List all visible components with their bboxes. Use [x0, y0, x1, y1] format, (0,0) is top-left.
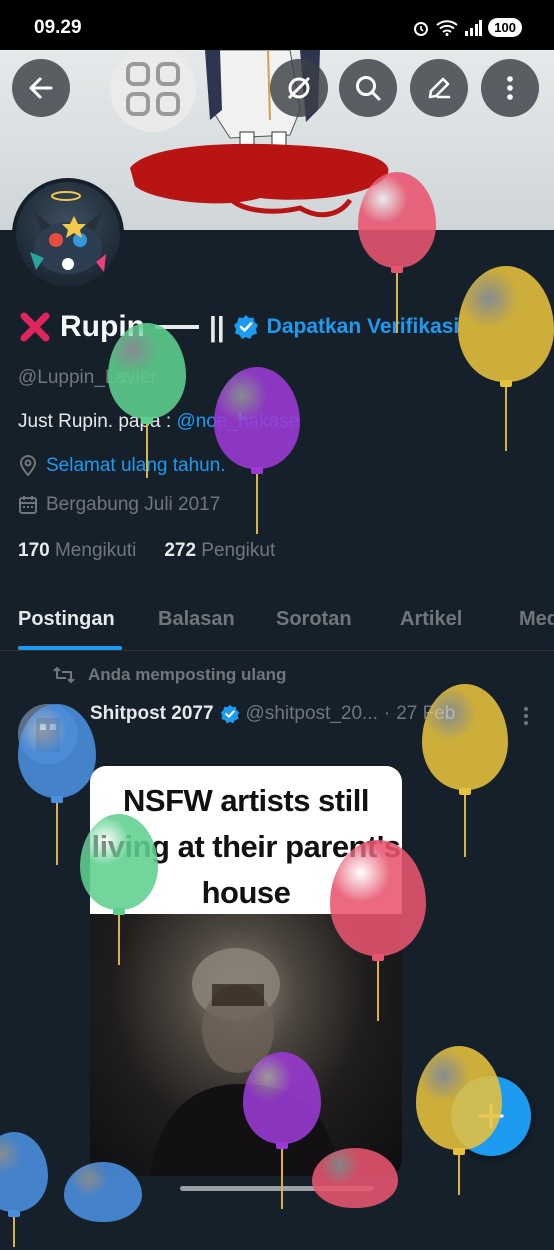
get-verified-link[interactable]: Dapatkan Verifikasi [267, 315, 460, 339]
verified-badge-icon [220, 704, 239, 724]
post-date: 27 Feb [396, 703, 456, 724]
active-tab-indicator [18, 646, 122, 650]
profile-bio: Just Rupin. papa : @noe_hakase [18, 411, 299, 433]
repost-context: Anda memposting ulang [52, 665, 286, 685]
more-vertical-icon [507, 76, 513, 100]
following-stat[interactable]: 170 Mengikuti [18, 540, 136, 562]
back-arrow-icon [29, 77, 53, 99]
balloon-decoration [458, 266, 554, 454]
bio-text: Just Rupin. papa : [18, 411, 177, 432]
profile-avatar[interactable] [12, 178, 124, 290]
profile-name-suffix: || [208, 311, 225, 342]
compose-button[interactable] [451, 1076, 531, 1156]
plus-icon [478, 1103, 504, 1129]
avatar-artwork [30, 191, 106, 274]
tab-replies[interactable]: Balasan [158, 608, 235, 631]
tab-highlights[interactable]: Sorotan [276, 608, 352, 631]
tab-articles[interactable]: Artikel [400, 608, 462, 631]
repost-icon [53, 667, 75, 683]
location-pin-icon [19, 455, 37, 477]
status-icons: 100 [412, 18, 522, 37]
post-avatar-artwork [18, 704, 78, 764]
grid-button[interactable] [110, 50, 196, 132]
following-count: 170 [18, 540, 50, 561]
signal-icon [465, 19, 483, 36]
alarm-icon [414, 21, 429, 36]
verified-badge-icon [233, 315, 258, 339]
following-label: Mengikuti [54, 540, 137, 561]
post-author-avatar[interactable] [18, 704, 78, 764]
joined-text: Bergabung Juli 2017 [46, 494, 221, 515]
cross-emoji-icon [20, 312, 50, 342]
tab-posts[interactable]: Postingan [18, 608, 115, 631]
followers-stat[interactable]: 272 Pengikut [164, 540, 275, 562]
post-author-name[interactable]: Shitpost 2077 [90, 703, 214, 725]
balloon-decoration [0, 1132, 48, 1250]
post-dot-separator: · [383, 703, 391, 724]
more-options-button[interactable] [481, 59, 539, 117]
location-text[interactable]: Selamat ulang tahun. [46, 455, 226, 477]
post-author-handle: @shitpost_20... [245, 703, 378, 724]
bio-mention-link[interactable]: @noe_hakase [176, 411, 299, 432]
media-video-frame [90, 914, 402, 1176]
edit-button[interactable] [410, 59, 468, 117]
more-vertical-icon [524, 707, 528, 725]
post-header: Shitpost 2077 @shitpost_20... · 27 Feb [90, 703, 455, 725]
profile-name: Rupin [60, 310, 145, 343]
media-caption-text: NSFW artists still living at their paren… [90, 766, 402, 914]
no-sync-icon [287, 76, 311, 100]
search-icon [356, 76, 381, 101]
profile-location: Selamat ulang tahun. [18, 455, 226, 477]
status-time: 09.29 [34, 17, 82, 38]
wifi-icon [436, 19, 458, 36]
search-button[interactable] [339, 59, 397, 117]
name-dash [154, 325, 199, 329]
profile-tabs: Postingan Balasan Sorotan Artikel Media [0, 588, 554, 651]
followers-label: Pengikut [201, 540, 276, 561]
sync-off-button[interactable] [270, 59, 328, 117]
status-bar: 09.29 100 [0, 0, 554, 50]
profile-joined: Bergabung Juli 2017 [18, 494, 220, 516]
back-button[interactable] [12, 59, 70, 117]
grid-icon [126, 62, 180, 116]
calendar-icon [19, 496, 37, 514]
post-media[interactable]: NSFW artists still living at their paren… [90, 766, 402, 1176]
edit-icon [428, 77, 451, 99]
profile-handle: @Luppin_Lavier [18, 367, 157, 388]
tab-media[interactable]: Media [519, 608, 554, 631]
home-indicator [180, 1186, 374, 1191]
followers-count: 272 [164, 540, 197, 561]
follow-stats: 170 Mengikuti 272 Pengikut [18, 540, 275, 562]
battery-indicator: 100 [488, 18, 522, 37]
repost-label: Anda memposting ulang [88, 665, 287, 684]
balloon-decoration [214, 367, 300, 537]
video-frame-figure [150, 948, 340, 1176]
post-more-button[interactable] [516, 705, 536, 732]
profile-name-row: Rupin || Dapatkan Verifikasi [18, 310, 459, 344]
